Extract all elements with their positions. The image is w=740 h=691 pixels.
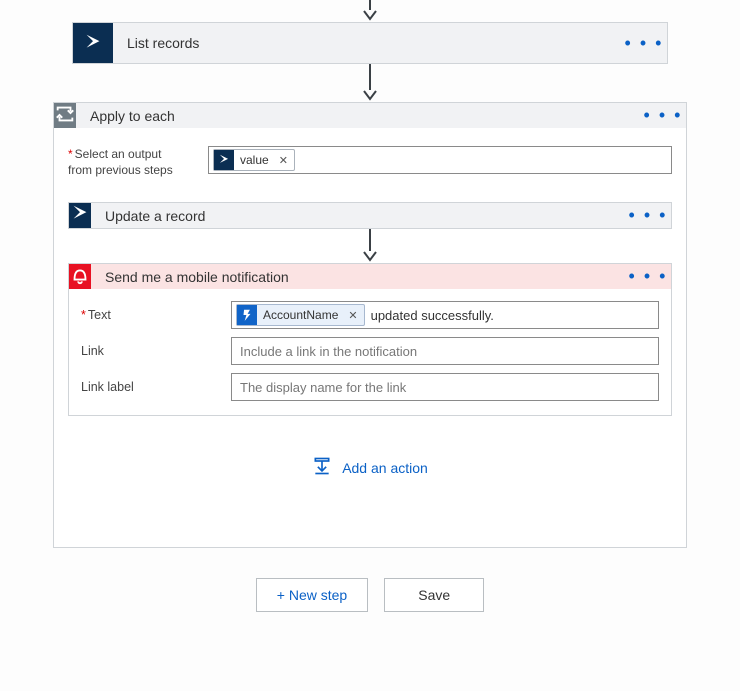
token-remove-button[interactable]: ✕ (344, 309, 361, 322)
add-action-button[interactable]: Add an action (68, 416, 672, 523)
add-action-label: Add an action (342, 460, 428, 476)
dynamic-token-value[interactable]: value ✕ (213, 149, 295, 171)
step-title: Send me a mobile notification (91, 269, 625, 285)
step-menu-button[interactable]: • • • (640, 105, 686, 126)
notification-link-input[interactable]: Include a link in the notification (231, 337, 659, 365)
connector-arrow-top (0, 0, 740, 22)
step-update-record[interactable]: Update a record • • • (68, 202, 672, 229)
apply-to-each-header[interactable]: Apply to each • • • (54, 103, 686, 128)
loop-icon (54, 103, 76, 128)
bell-icon (69, 264, 91, 289)
step-apply-to-each: Apply to each • • • *Select an output fr… (53, 102, 687, 548)
nested-steps: Update a record • • • Send me a m (54, 198, 686, 547)
notification-linklabel-input[interactable]: The display name for the link (231, 373, 659, 401)
connector-arrow (0, 64, 740, 102)
new-step-button[interactable]: + New step (256, 578, 368, 612)
save-button[interactable]: Save (384, 578, 484, 612)
connector-arrow (68, 229, 672, 263)
add-action-icon (312, 456, 332, 479)
token-remove-button[interactable]: ✕ (275, 154, 292, 167)
step-list-records[interactable]: List records • • • (72, 22, 668, 64)
dynamics-icon (214, 150, 234, 170)
step-mobile-notification: Send me a mobile notification • • • *Tex… (68, 263, 672, 416)
dynamics-icon (73, 23, 113, 63)
apply-to-each-config: *Select an output from previous steps va… (54, 128, 686, 198)
select-output-input[interactable]: value ✕ (208, 146, 672, 174)
step-menu-button[interactable]: • • • (625, 205, 671, 226)
link-label-label: Link label (81, 380, 231, 394)
step-title: Update a record (91, 208, 625, 224)
notification-text-suffix: updated successfully. (371, 308, 494, 323)
step-title: List records (113, 35, 621, 51)
dynamics-icon (69, 203, 91, 228)
step-menu-button[interactable]: • • • (625, 266, 671, 287)
select-output-label: *Select an output from previous steps (68, 146, 208, 178)
flow-canvas: List records • • • Apply to each • • • *… (0, 0, 740, 632)
footer: + New step Save (0, 548, 740, 632)
text-label: *Text (81, 308, 231, 322)
step-menu-button[interactable]: • • • (621, 33, 667, 54)
link-label: Link (81, 344, 231, 358)
notification-header[interactable]: Send me a mobile notification • • • (69, 264, 671, 289)
step-title: Apply to each (76, 108, 640, 124)
flow-icon (237, 305, 257, 325)
dynamic-token-accountname[interactable]: AccountName ✕ (236, 304, 365, 326)
notification-text-input[interactable]: AccountName ✕ updated successfully. (231, 301, 659, 329)
